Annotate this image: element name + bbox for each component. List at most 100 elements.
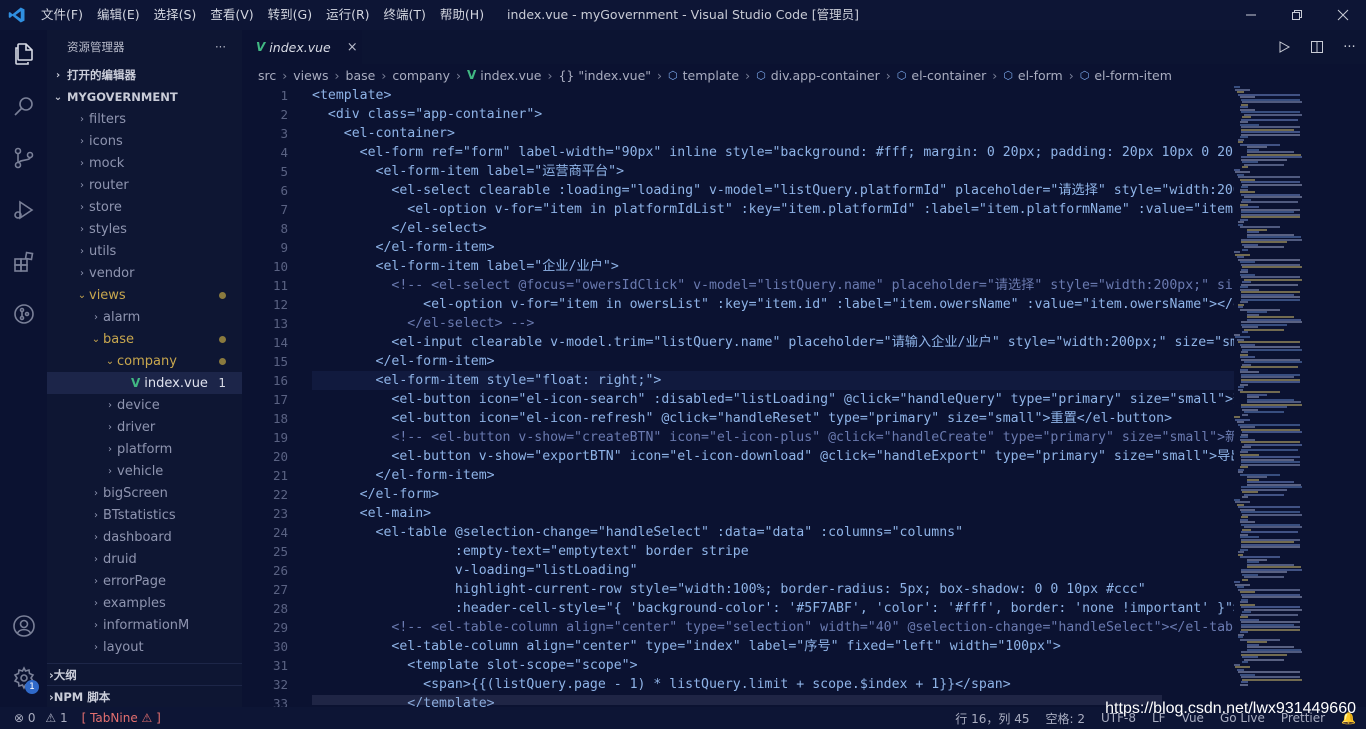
minimap[interactable] [1234, 86, 1352, 707]
code-line[interactable]: <span>{{(listQuery.page - 1) * listQuery… [312, 675, 1234, 694]
outline-section[interactable]: › 大纲 [47, 663, 242, 685]
breadcrumb-item[interactable]: template [683, 68, 739, 83]
breadcrumb-item[interactable]: {} "index.vue" [558, 68, 651, 83]
tabnine-status[interactable]: [ TabNine ⚠ ] [82, 711, 161, 725]
breadcrumb-item[interactable]: el-container [911, 68, 986, 83]
settings-gear-icon[interactable]: 1 [0, 654, 47, 702]
source-control-icon[interactable] [0, 134, 47, 182]
code-line[interactable]: <el-table @selection-change="handleSelec… [312, 523, 1234, 542]
restore-button[interactable] [1274, 0, 1320, 30]
menu-item[interactable]: 运行(R) [319, 0, 376, 30]
menu-item[interactable]: 查看(V) [203, 0, 260, 30]
close-tab-icon[interactable]: × [347, 40, 358, 55]
tree-item[interactable]: › errorPage [47, 570, 242, 592]
code-line[interactable]: <el-button icon="el-icon-refresh" @click… [312, 409, 1234, 428]
code-line[interactable]: </el-form-item> [312, 466, 1234, 485]
problems-indicator[interactable]: ⊗ 0 ⚠ 1 [14, 711, 68, 725]
tree-item[interactable]: › dashboard [47, 526, 242, 548]
menu-item[interactable]: 终端(T) [377, 0, 433, 30]
run-file-icon[interactable] [1267, 30, 1300, 64]
tree-item[interactable]: › layout [47, 636, 242, 658]
tree-item[interactable]: › BTstatistics [47, 504, 242, 526]
code-line[interactable]: <el-button v-show="exportBTN" icon="el-i… [312, 447, 1234, 466]
explorer-icon[interactable] [0, 30, 47, 78]
code-line[interactable]: <el-form-item style="float: right;"> [312, 371, 1234, 390]
tree-item[interactable]: › informationM [47, 614, 242, 636]
tree-item[interactable]: › utils [47, 240, 242, 262]
extensions-icon[interactable] [0, 238, 47, 286]
tree-item[interactable]: › filters [47, 108, 242, 130]
code-line[interactable]: <el-form-item label="企业/业户"> [312, 257, 1234, 276]
cursor-position[interactable]: 行 16，列 45 [955, 710, 1029, 727]
breadcrumb-item[interactable]: views [293, 68, 328, 83]
tree-item[interactable]: Vindex.vue 1 [47, 372, 242, 394]
tree-item[interactable]: › mock [47, 152, 242, 174]
code-line[interactable]: <el-table-column align="center" type="in… [312, 637, 1234, 656]
code-line[interactable]: <el-option v-for="item in owersList" :ke… [312, 295, 1234, 314]
npm-scripts-section[interactable]: › NPM 脚本 [47, 685, 242, 707]
code-line[interactable]: </el-form> [312, 485, 1234, 504]
tree-item[interactable]: › platform [47, 438, 242, 460]
menu-item[interactable]: 转到(G) [261, 0, 319, 30]
code-editor[interactable]: 1 2 3 4 5 6 7 8 9 10 11 12 13 14 15 16 17 18 19 20 21 22 23 24 2… [242, 86, 1366, 707]
menu-item[interactable]: 文件(F) [34, 0, 90, 30]
tree-item[interactable]: › icons [47, 130, 242, 152]
menu-item[interactable]: 选择(S) [147, 0, 204, 30]
breadcrumb-item[interactable]: src [258, 68, 276, 83]
code-line[interactable]: <el-form ref="form" label-width="90px" i… [312, 143, 1234, 162]
account-icon[interactable] [0, 602, 47, 650]
menu-item[interactable]: 编辑(E) [90, 0, 147, 30]
code-line[interactable]: </el-select> [312, 219, 1234, 238]
project-section[interactable]: ⌄ MYGOVERNMENT [47, 86, 242, 108]
tree-item[interactable]: ⌄ company [47, 350, 242, 372]
code-line[interactable]: </el-select> --> [312, 314, 1234, 333]
tree-item[interactable]: › store [47, 196, 242, 218]
code-line[interactable]: <div class="app-container"> [312, 105, 1234, 124]
tree-item[interactable]: › druid [47, 548, 242, 570]
vertical-scrollbar[interactable] [1352, 86, 1366, 707]
minimize-button[interactable] [1228, 0, 1274, 30]
code-line[interactable]: <el-option v-for="item in platformIdList… [312, 200, 1234, 219]
menu-item[interactable]: 帮助(H) [433, 0, 491, 30]
code-line[interactable]: highlight-current-row style="width:100%;… [312, 580, 1234, 599]
code-line[interactable]: <el-form-item label="运营商平台"> [312, 162, 1234, 181]
tree-item[interactable]: › examples [47, 592, 242, 614]
search-icon[interactable] [0, 82, 47, 130]
code-line[interactable]: <el-input clearable v-model.trim="listQu… [312, 333, 1234, 352]
open-editors-section[interactable]: › 打开的编辑器 [47, 64, 242, 86]
tree-item[interactable]: › vehicle [47, 460, 242, 482]
code-line[interactable]: <!-- <el-select @focus="owersIdClick" v-… [312, 276, 1234, 295]
code-line[interactable]: <template slot-scope="scope"> [312, 656, 1234, 675]
tree-item[interactable]: › router [47, 174, 242, 196]
code-line[interactable]: <!-- <el-table-column align="center" typ… [312, 618, 1234, 637]
breadcrumb-item[interactable]: el-form-item [1094, 68, 1172, 83]
split-editor-icon[interactable] [1300, 30, 1333, 64]
tab-index-vue[interactable]: V index.vue × [242, 30, 362, 64]
tree-item[interactable]: › vendor [47, 262, 242, 284]
breadcrumb-item[interactable]: el-form [1018, 68, 1063, 83]
code-line[interactable]: <template> [312, 86, 1234, 105]
code-line[interactable]: </el-form-item> [312, 238, 1234, 257]
tree-item[interactable]: › alarm [47, 306, 242, 328]
breadcrumb-item[interactable]: div.app-container [771, 68, 880, 83]
code-line[interactable]: </el-form-item> [312, 352, 1234, 371]
tree-item[interactable]: › styles [47, 218, 242, 240]
more-actions-icon[interactable]: ··· [1333, 30, 1366, 64]
close-window-button[interactable] [1320, 0, 1366, 30]
code-line[interactable]: <el-main> [312, 504, 1234, 523]
code-line[interactable]: <el-select clearable :loading="loading" … [312, 181, 1234, 200]
code-line[interactable]: <!-- <el-button v-show="createBTN" icon=… [312, 428, 1234, 447]
breadcrumb-item[interactable]: base [346, 68, 376, 83]
breadcrumb-item[interactable]: company [392, 68, 450, 83]
tree-item[interactable]: ⌄ base [47, 328, 242, 350]
breadcrumb-item[interactable]: index.vue [480, 68, 541, 83]
code-line[interactable]: <el-container> [312, 124, 1234, 143]
more-actions-button[interactable]: ··· [215, 40, 226, 54]
tree-item[interactable]: › driver [47, 416, 242, 438]
tree-item[interactable]: › bigScreen [47, 482, 242, 504]
tree-item[interactable]: ⌄ views [47, 284, 242, 306]
indentation[interactable]: 空格: 2 [1045, 710, 1085, 727]
code-line[interactable]: :header-cell-style="{ 'background-color'… [312, 599, 1234, 618]
code-area[interactable]: <template> <div class="app-container"> <… [312, 86, 1234, 707]
code-line[interactable]: <el-button icon="el-icon-search" :disabl… [312, 390, 1234, 409]
